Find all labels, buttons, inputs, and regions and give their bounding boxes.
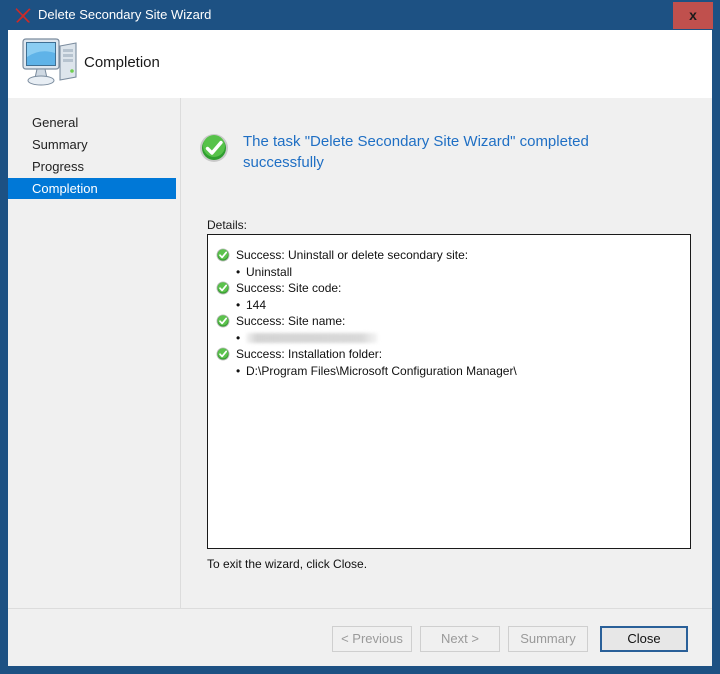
- detail-heading-text: Success: Site code:: [236, 281, 342, 295]
- detail-heading-text: Success: Installation folder:: [236, 347, 383, 361]
- computer-icon: [20, 36, 80, 94]
- page-title: Completion: [84, 54, 160, 71]
- window-title: Delete Secondary Site Wizard: [38, 7, 212, 22]
- detail-group: Success: Installation folder: D:\Program…: [208, 346, 690, 379]
- detail-value: D:\Program Files\Microsoft Configuration…: [208, 363, 690, 379]
- green-check-icon: [216, 347, 230, 361]
- detail-heading-text: Success: Site name:: [236, 314, 346, 328]
- detail-heading-text: Success: Uninstall or delete secondary s…: [236, 248, 469, 262]
- exit-note: To exit the wizard, click Close.: [207, 557, 368, 571]
- redaction-blur: [246, 333, 378, 343]
- green-check-icon: [216, 281, 230, 295]
- titlebar: Delete Secondary Site Wizard x: [0, 0, 720, 30]
- details-label: Details:: [207, 218, 248, 232]
- wizard-footer: < Previous Next > Summary Close: [8, 608, 712, 666]
- detail-group: Success: Site name:: [208, 313, 690, 346]
- previous-button[interactable]: < Previous: [332, 626, 412, 652]
- green-check-circle-icon: [199, 133, 229, 163]
- detail-group: Success: Site code: 144: [208, 280, 690, 313]
- client-area: Completion General Summary Progress Comp…: [8, 30, 712, 666]
- details-listbox[interactable]: Success: Uninstall or delete secondary s…: [207, 234, 691, 549]
- sidebar-item-summary[interactable]: Summary: [8, 134, 176, 155]
- wizard-header: Completion: [8, 30, 712, 98]
- sidebar-item-progress[interactable]: Progress: [8, 156, 176, 177]
- close-button[interactable]: Close: [600, 626, 688, 652]
- detail-heading: Success: Site name:: [208, 313, 690, 330]
- result-message: The task "Delete Secondary Site Wizard" …: [243, 133, 589, 171]
- green-check-icon: [216, 314, 230, 328]
- detail-value-redacted: [208, 330, 690, 346]
- detail-heading: Success: Uninstall or delete secondary s…: [208, 247, 690, 264]
- close-icon[interactable]: x: [673, 2, 713, 29]
- summary-button[interactable]: Summary: [508, 626, 588, 652]
- green-check-icon: [216, 248, 230, 262]
- detail-value: Uninstall: [208, 264, 690, 280]
- wizard-window: Delete Secondary Site Wizard x Completio…: [0, 0, 720, 674]
- detail-value: 144: [208, 297, 690, 313]
- wizard-steps-sidebar: General Summary Progress Completion: [8, 98, 180, 608]
- detail-group: Success: Uninstall or delete secondary s…: [208, 247, 690, 280]
- sidebar-item-completion[interactable]: Completion: [8, 178, 176, 199]
- next-button[interactable]: Next >: [420, 626, 500, 652]
- red-x-icon: [14, 6, 32, 24]
- content-panel: The task "Delete Secondary Site Wizard" …: [180, 98, 712, 608]
- detail-heading: Success: Site code:: [208, 280, 690, 297]
- detail-heading: Success: Installation folder:: [208, 346, 690, 363]
- sidebar-item-general[interactable]: General: [8, 112, 176, 133]
